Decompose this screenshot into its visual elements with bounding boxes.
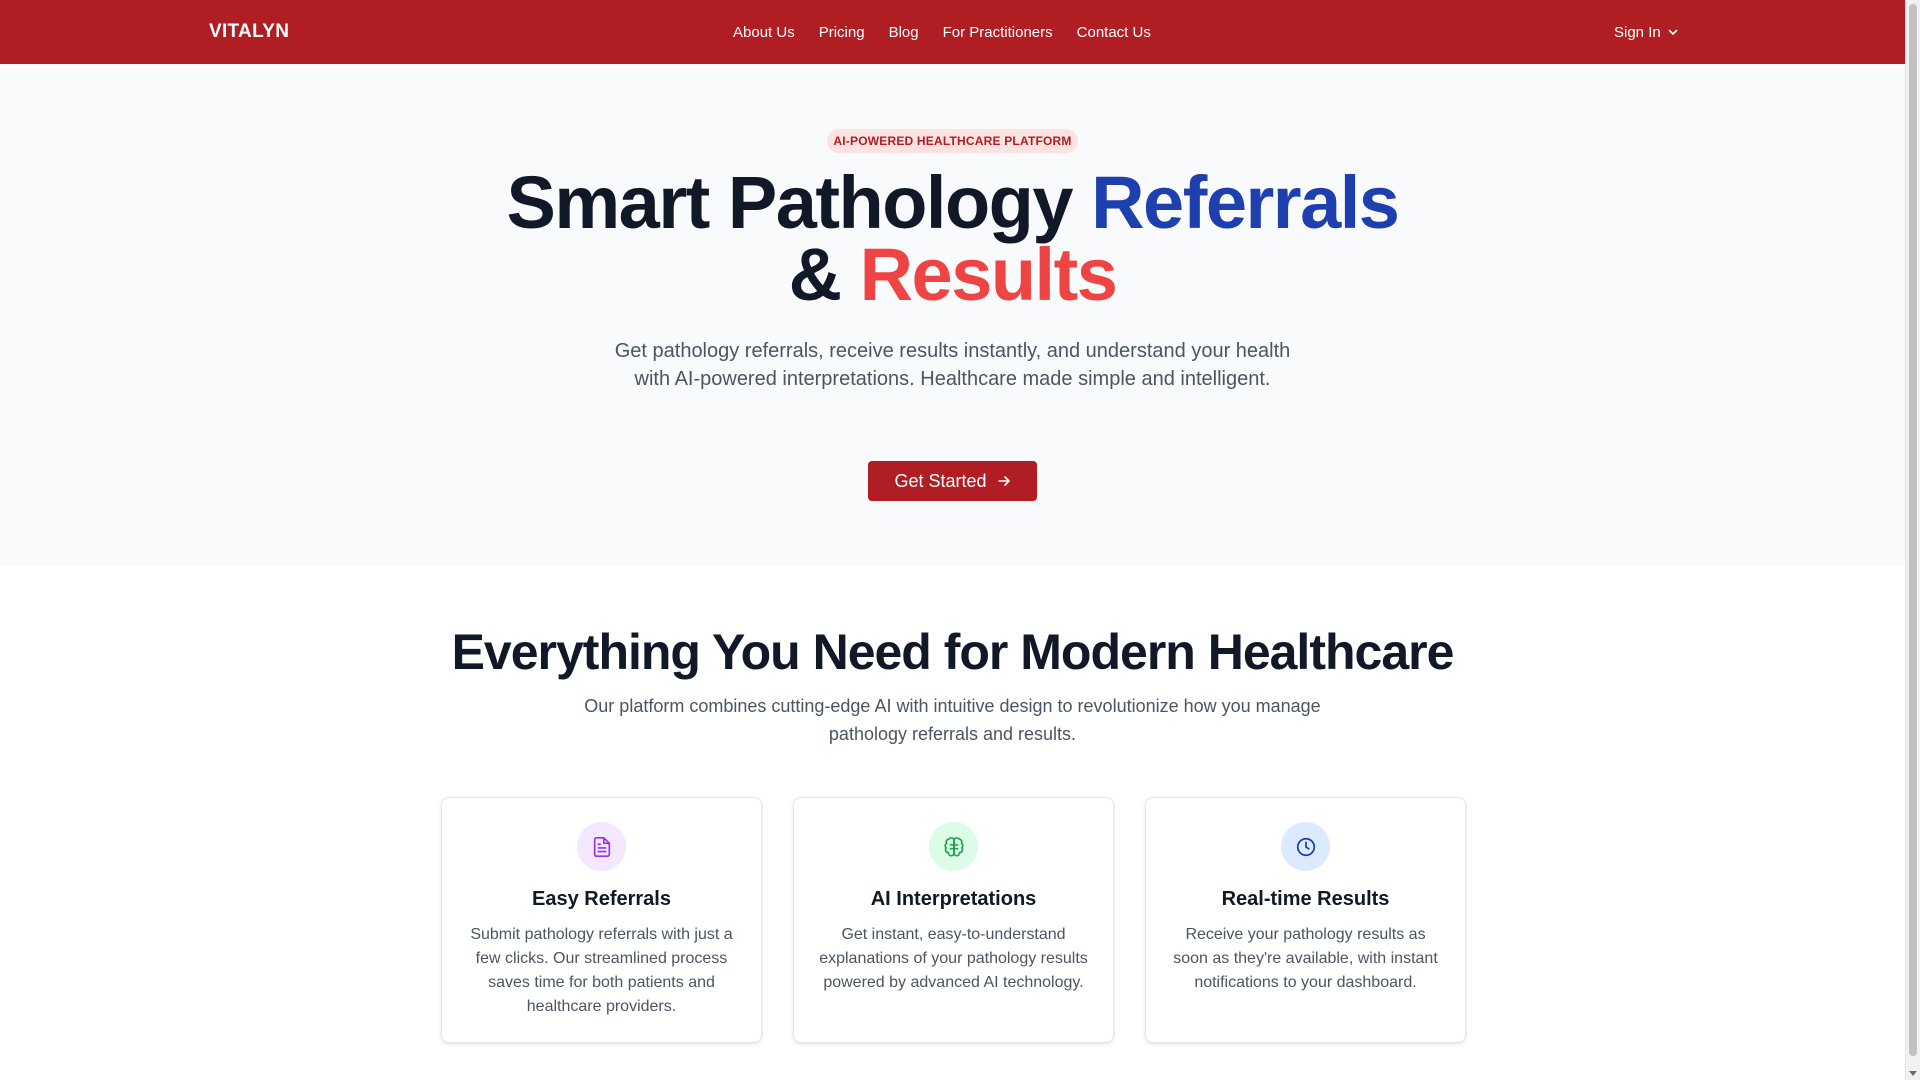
document-icon: [593, 836, 610, 857]
feature-card-easy-referrals: Easy Referrals Submit pathology referral…: [441, 797, 762, 1043]
sign-in-button[interactable]: Sign In: [1614, 0, 1679, 64]
hero-title-part1: Smart Pathology: [506, 161, 1074, 244]
scroll-down-arrow-icon[interactable]: [1909, 1071, 1917, 1076]
hero-title-results: Results: [859, 233, 1118, 316]
nav-links: About Us Pricing Blog For Practitioners …: [733, 0, 1151, 64]
feature-card-ai-interpretations: AI Interpretations Get instant, easy-to-…: [793, 797, 1114, 1043]
nav-link-practitioners[interactable]: For Practitioners: [943, 24, 1053, 41]
hero-section: AI-POWERED HEALTHCARE PLATFORM Smart Pat…: [0, 64, 1905, 565]
arrow-right-icon: [997, 476, 1010, 486]
card-icon-wrapper: [1281, 822, 1330, 871]
nav-link-about[interactable]: About Us: [733, 24, 795, 41]
get-started-button[interactable]: Get Started: [868, 461, 1037, 501]
page: VITALYN About Us Pricing Blog For Practi…: [0, 0, 1920, 1080]
card-title: Real-time Results: [1221, 888, 1390, 910]
clock-icon: [1296, 837, 1315, 856]
get-started-label: Get Started: [894, 470, 987, 491]
features-title: Everything You Need for Modern Healthcar…: [451, 624, 1455, 680]
brain-icon: [943, 836, 964, 857]
hero-title-referrals: Referrals: [1091, 161, 1400, 244]
card-description: Get instant, easy-to-understand explanat…: [819, 926, 1088, 991]
feature-card-realtime-results: Real-time Results Receive your pathology…: [1145, 797, 1466, 1043]
chevron-down-icon: [1668, 29, 1678, 35]
hero-subtitle: Get pathology referrals, receive results…: [614, 340, 1291, 390]
card-icon-wrapper: [929, 822, 978, 871]
scrollbar-thumb[interactable]: [1909, 4, 1917, 1056]
hero-title: Smart Pathology Referrals & Results: [0, 166, 1905, 312]
sign-in-label: Sign In: [1614, 23, 1661, 41]
nav-link-contact[interactable]: Contact Us: [1077, 24, 1151, 41]
card-title: Easy Referrals: [532, 888, 671, 910]
nav-link-blog[interactable]: Blog: [889, 24, 919, 41]
hero-title-ampersand: &: [788, 233, 842, 316]
card-title: AI Interpretations: [870, 888, 1037, 910]
navbar: VITALYN About Us Pricing Blog For Practi…: [0, 0, 1905, 64]
brand-logo[interactable]: VITALYN: [209, 0, 289, 64]
card-description: Receive your pathology results as soon a…: [1173, 926, 1438, 991]
page-scrollbar[interactable]: [1905, 0, 1920, 1080]
features-subtitle: Our platform combines cutting-edge AI wi…: [584, 696, 1321, 744]
card-icon-wrapper: [577, 822, 626, 871]
card-description: Submit pathology referrals with just a f…: [470, 926, 733, 1015]
hero-badge: AI-POWERED HEALTHCARE PLATFORM: [827, 129, 1078, 153]
nav-link-pricing[interactable]: Pricing: [819, 24, 865, 41]
